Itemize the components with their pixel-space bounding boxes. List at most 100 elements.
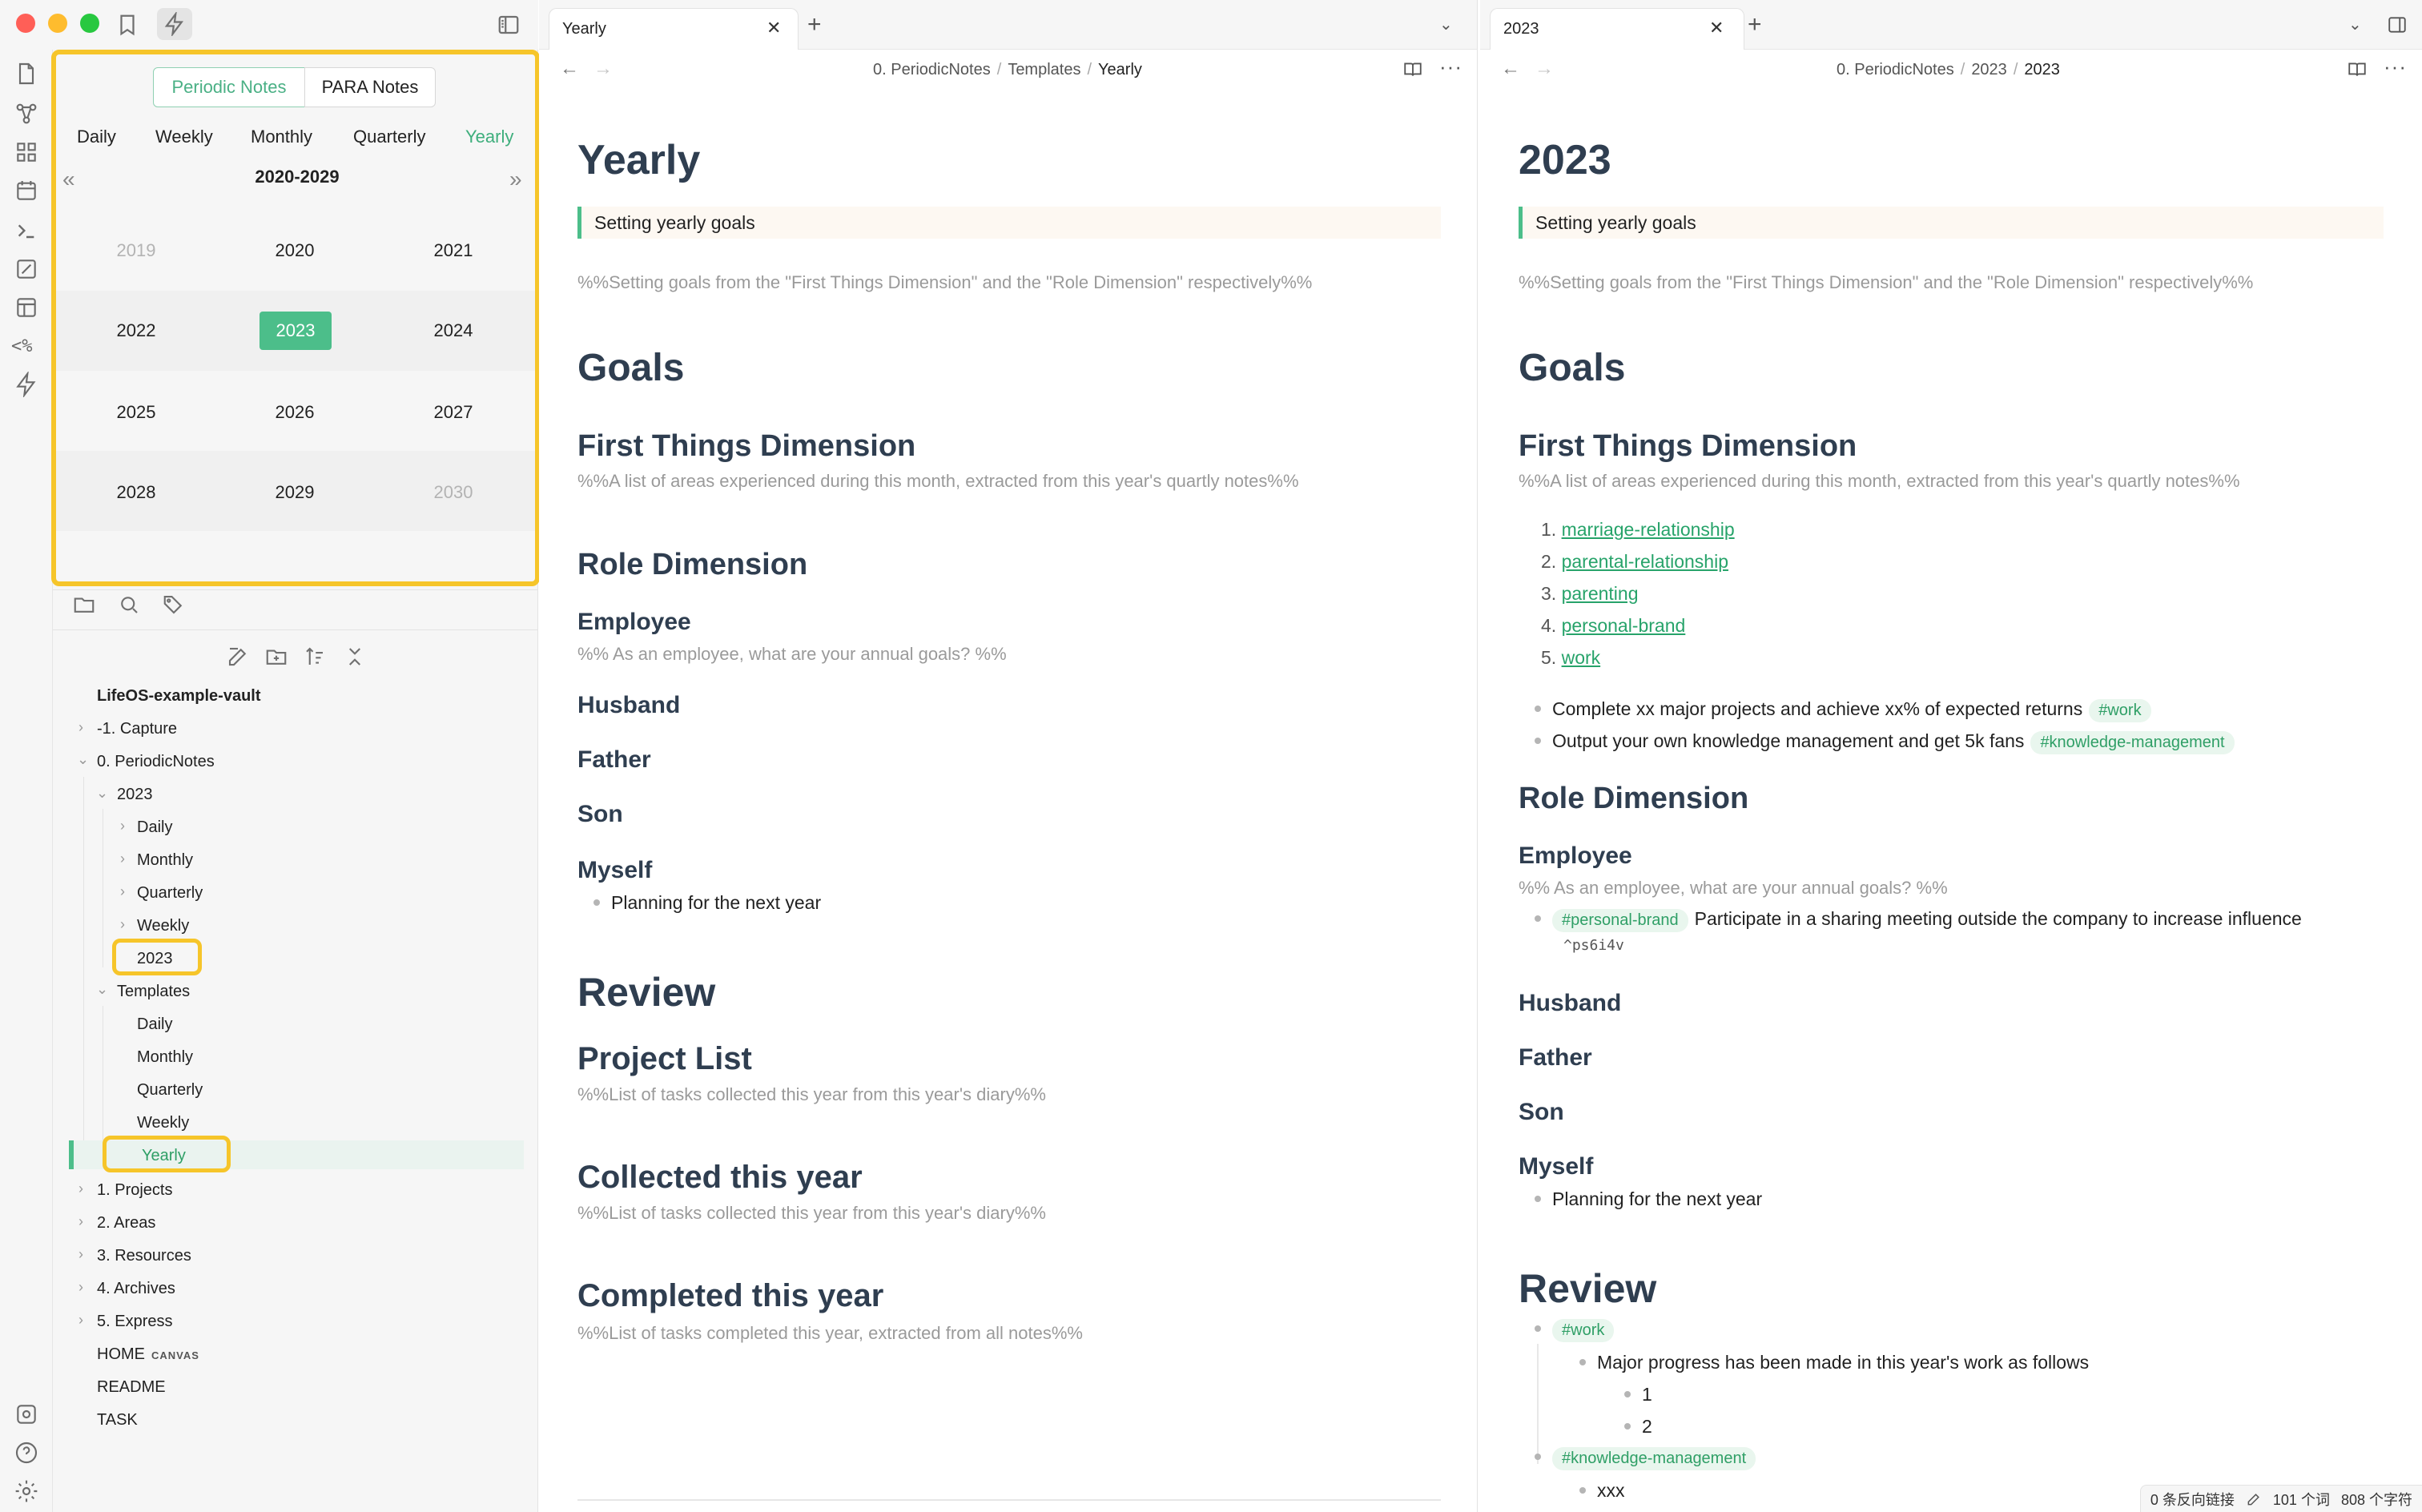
tree-folder-express[interactable]: 5. Express: [97, 1313, 172, 1331]
vault-name[interactable]: LifeOS-example-vault: [97, 687, 261, 706]
internal-link[interactable]: parental-relationship: [1562, 551, 1728, 572]
tag-knowledge-management[interactable]: #knowledge-management: [1552, 1447, 1756, 1470]
graph-icon[interactable]: [14, 101, 39, 127]
chevron-right-icon[interactable]: ›: [120, 883, 125, 900]
tree-canvas-home[interactable]: HOME CANVAS: [97, 1345, 199, 1364]
help-icon[interactable]: [14, 1440, 39, 1466]
tag-work[interactable]: #work: [2089, 699, 2151, 722]
new-tab-button[interactable]: +: [807, 11, 822, 38]
folder-icon[interactable]: [72, 593, 96, 617]
more-options-icon[interactable]: ···: [2384, 54, 2407, 79]
internal-link[interactable]: personal-brand: [1562, 615, 1686, 636]
tree-folder-templates[interactable]: Templates: [117, 983, 190, 1001]
tree-note-template-monthly[interactable]: Monthly: [137, 1048, 193, 1067]
close-window-button[interactable]: [16, 14, 35, 33]
tab-2023[interactable]: 2023: [1490, 8, 1744, 50]
vault-switch-icon[interactable]: [14, 1401, 39, 1427]
tree-folder-2023[interactable]: 2023: [117, 786, 153, 804]
search-icon[interactable]: [117, 593, 141, 617]
file-icon[interactable]: [14, 61, 39, 86]
tree-folder-resources[interactable]: 3. Resources: [97, 1247, 191, 1265]
list-item[interactable]: Complete xx major projects and achieve x…: [1535, 698, 2151, 722]
list-item[interactable]: #work: [1535, 1318, 1620, 1342]
quick-action-button[interactable]: [157, 8, 192, 40]
chevron-right-icon[interactable]: ›: [78, 1312, 83, 1329]
breadcrumb-item[interactable]: 0. PeriodicNotes: [1837, 61, 1954, 78]
chevron-down-icon[interactable]: ⌄: [96, 981, 108, 998]
list-item[interactable]: Output your own knowledge management and…: [1535, 730, 2235, 754]
chevron-right-icon[interactable]: ›: [120, 850, 125, 867]
grid-icon[interactable]: [14, 139, 39, 165]
new-note-icon[interactable]: [226, 645, 250, 669]
tree-note-template-daily[interactable]: Daily: [137, 1015, 172, 1034]
chevron-right-icon[interactable]: ›: [120, 916, 125, 933]
callout[interactable]: Setting yearly goals: [1519, 207, 2384, 239]
reading-view-icon[interactable]: [2347, 59, 2368, 80]
right-sidebar-toggle-icon[interactable]: [2387, 14, 2408, 35]
tags-icon[interactable]: [162, 593, 186, 617]
reading-view-icon[interactable]: [1402, 59, 1423, 80]
internal-link[interactable]: parenting: [1562, 583, 1639, 604]
lightning-icon[interactable]: [14, 372, 39, 397]
chevron-right-icon[interactable]: ›: [78, 1180, 83, 1197]
tree-folder-quarterly[interactable]: Quarterly: [137, 884, 203, 903]
list-item[interactable]: Major progress has been made in this yea…: [1579, 1352, 2089, 1373]
chevron-down-icon[interactable]: ⌄: [77, 751, 89, 768]
chevron-right-icon[interactable]: ›: [120, 818, 125, 834]
minimize-window-button[interactable]: [48, 14, 67, 33]
calendar-icon[interactable]: [14, 178, 39, 203]
tree-note-template-weekly[interactable]: Weekly: [137, 1114, 189, 1132]
tree-folder-capture[interactable]: -1. Capture: [97, 720, 177, 738]
tag-knowledge-management[interactable]: #knowledge-management: [2030, 731, 2235, 754]
tree-folder-periodicnotes[interactable]: 0. PeriodicNotes: [97, 753, 215, 771]
breadcrumb-item[interactable]: 2023: [2024, 61, 2060, 78]
tag-personal-brand[interactable]: #personal-brand: [1552, 909, 1688, 932]
close-tab-icon[interactable]: ✕: [1709, 18, 1724, 38]
sidebar-toggle-icon[interactable]: [497, 13, 521, 37]
list-item[interactable]: xxx: [1579, 1480, 1625, 1502]
close-tab-icon[interactable]: ✕: [766, 18, 781, 38]
tab-list-chevron-icon[interactable]: ⌄: [2348, 14, 2362, 34]
chevron-right-icon[interactable]: ›: [78, 719, 83, 736]
tree-folder-areas[interactable]: 2. Areas: [97, 1214, 155, 1233]
breadcrumb-item[interactable]: 0. PeriodicNotes: [873, 61, 991, 78]
breadcrumb-item[interactable]: 2023: [1971, 61, 2007, 78]
new-tab-button[interactable]: +: [1748, 11, 1762, 38]
callout[interactable]: Setting yearly goals: [577, 207, 1441, 239]
tree-folder-daily[interactable]: Daily: [137, 818, 172, 837]
tree-note-readme[interactable]: README: [97, 1378, 166, 1397]
tree-folder-monthly[interactable]: Monthly: [137, 851, 193, 870]
internal-link[interactable]: work: [1562, 647, 1601, 668]
zoom-window-button[interactable]: [80, 14, 99, 33]
new-folder-icon[interactable]: [264, 645, 288, 669]
tree-folder-projects[interactable]: 1. Projects: [97, 1181, 172, 1200]
list-item[interactable]: Planning for the next year: [593, 892, 821, 914]
terminal-icon[interactable]: [14, 218, 39, 243]
edit-pencil-icon[interactable]: [2246, 1491, 2262, 1507]
chevron-right-icon[interactable]: ›: [78, 1279, 83, 1296]
templater-icon[interactable]: <%: [11, 336, 33, 356]
list-item[interactable]: 2: [1624, 1416, 1652, 1438]
forward-arrow-icon[interactable]: →: [1535, 58, 1554, 80]
list-item[interactable]: #personal-brand Participate in a sharing …: [1535, 908, 2302, 932]
tree-folder-weekly[interactable]: Weekly: [137, 917, 189, 935]
tab-yearly[interactable]: Yearly: [549, 8, 799, 50]
list-item[interactable]: Planning for the next year: [1535, 1188, 1762, 1210]
canvas-icon[interactable]: [14, 256, 39, 282]
tree-note-task[interactable]: TASK: [97, 1411, 138, 1430]
forward-arrow-icon[interactable]: →: [593, 58, 613, 80]
layout-icon[interactable]: [14, 295, 39, 320]
tree-note-template-quarterly[interactable]: Quarterly: [137, 1081, 203, 1100]
collapse-all-icon[interactable]: [343, 645, 367, 669]
bookmark-icon[interactable]: [115, 13, 139, 37]
back-arrow-icon[interactable]: ←: [560, 58, 579, 80]
tree-folder-archives[interactable]: 4. Archives: [97, 1280, 175, 1298]
list-item[interactable]: 1: [1624, 1384, 1652, 1405]
back-arrow-icon[interactable]: ←: [1501, 58, 1520, 80]
list-item[interactable]: #knowledge-management: [1535, 1446, 1762, 1470]
more-options-icon[interactable]: ···: [1439, 54, 1462, 79]
sort-icon[interactable]: [303, 645, 327, 669]
tab-list-chevron-icon[interactable]: ⌄: [1439, 14, 1453, 34]
breadcrumb-item[interactable]: Templates: [1008, 61, 1080, 78]
chevron-right-icon[interactable]: ›: [78, 1246, 83, 1263]
